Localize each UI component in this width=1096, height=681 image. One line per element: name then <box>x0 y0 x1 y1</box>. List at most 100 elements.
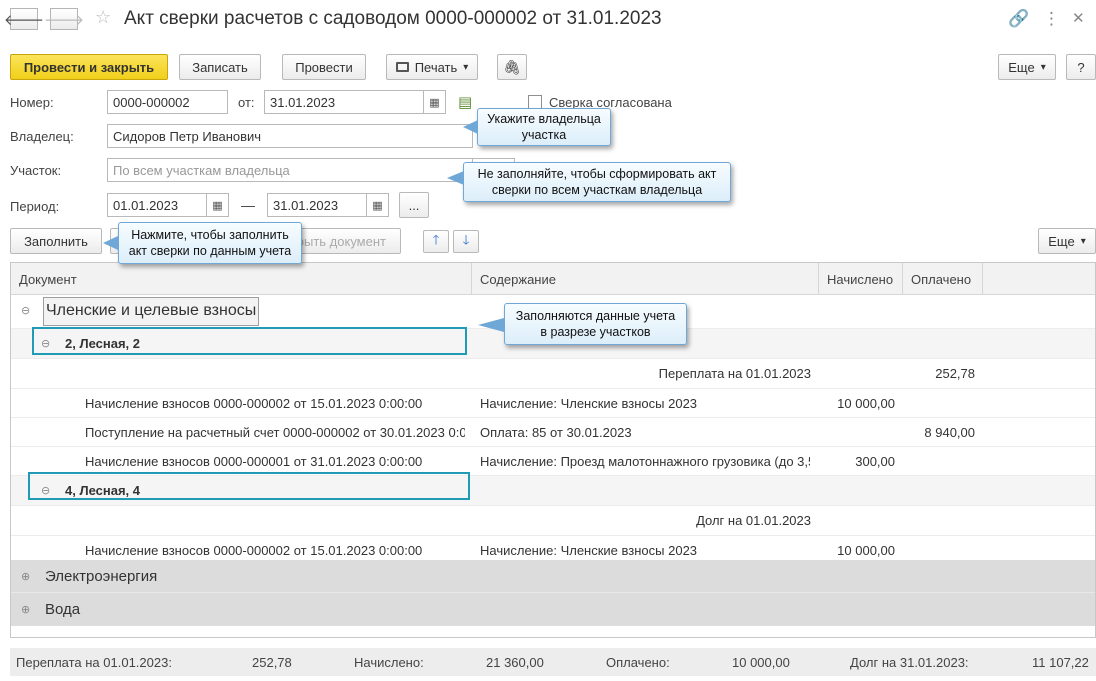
close-icon[interactable]: ✕ <box>1072 9 1085 27</box>
chevron-down-icon: ▾ <box>1040 61 1046 73</box>
plot-highlight-1 <box>32 327 467 355</box>
move-down-button[interactable]: 🡓 <box>453 230 479 253</box>
expand-icon[interactable]: ⊕ <box>21 603 30 616</box>
link-icon[interactable]: 🔗 <box>1008 9 1029 29</box>
debt-label: Долг на 31.01.2023: <box>850 654 969 670</box>
period-label: Период: <box>10 199 60 214</box>
tooltip-rows-arrow <box>478 318 504 332</box>
comment-icon[interactable]: ▤ <box>458 93 472 111</box>
tooltip-plot: Не заполняйте, чтобы сформировать акт св… <box>463 162 731 202</box>
content-cell: Начисление: Членские взносы 2023 <box>480 395 698 411</box>
back-button[interactable]: 🡐 <box>4 8 44 30</box>
table-row[interactable]: Поступление на расчетный счет 0000-00000… <box>11 418 1095 447</box>
paperclip-icon: 🖇 <box>503 58 521 75</box>
column-header-charged[interactable]: Начислено <box>819 263 903 295</box>
table-header: Документ Содержание Начислено Оплачено <box>11 263 1095 295</box>
tooltip-owner-arrow <box>463 120 478 134</box>
debt-value: 11 107,22 <box>1032 654 1089 670</box>
selected-group-cell[interactable]: Членские и целевые взносы <box>43 297 259 326</box>
period-dash: — <box>241 197 255 213</box>
group-label: Электроэнергия <box>45 568 158 585</box>
column-header-content[interactable]: Содержание <box>472 263 819 295</box>
number-label: Номер: <box>10 95 54 110</box>
agreed-checkbox[interactable] <box>528 95 542 109</box>
forward-button[interactable]: 🡒 <box>44 8 84 30</box>
collapse-icon[interactable]: ⊖ <box>21 304 30 317</box>
number-field[interactable]: 0000-000002 <box>107 90 228 114</box>
group-row-electricity[interactable]: ⊕ Электроэнергия <box>11 560 1095 593</box>
charged-cell: 300,00 <box>855 453 895 469</box>
plot-label: Участок: <box>10 163 62 178</box>
date-label: от: <box>238 95 255 110</box>
balance-row-2[interactable]: Долг на 01.01.2023 <box>11 506 1095 536</box>
overpay-value: 252,78 <box>252 654 292 670</box>
group-label: Членские и целевые взносы <box>46 302 257 319</box>
table-row[interactable]: Начисление взносов 0000-000002 от 15.01.… <box>11 389 1095 418</box>
help-button[interactable]: ? <box>1066 54 1096 80</box>
save-button[interactable]: Записать <box>179 54 261 80</box>
chevron-down-icon: ▾ <box>1080 235 1086 247</box>
charged-label: Начислено: <box>354 654 424 670</box>
tooltip-fill-arrow <box>103 236 118 250</box>
document-cell: Поступление на расчетный счет 0000-00000… <box>85 424 465 440</box>
balance-value: 252,78 <box>935 366 975 381</box>
document-cell: Начисление взносов 0000-000002 от 15.01.… <box>85 395 423 411</box>
tooltip-owner: Укажите владельца участка <box>477 108 611 146</box>
paid-cell <box>903 389 983 417</box>
column-header-document[interactable]: Документ <box>11 263 472 295</box>
content-cell: Начисление: Проезд малотоннажного грузов… <box>480 453 810 469</box>
totals-footer: Переплата на 01.01.2023: 252,78 Начислен… <box>10 648 1096 676</box>
paid-cell: 8 940,00 <box>924 424 975 440</box>
balance-label: Долг на 01.01.2023 <box>696 513 811 528</box>
arrow-left-icon: 🡐 <box>3 11 45 29</box>
more-button[interactable]: Еще ▾ <box>998 54 1056 80</box>
tooltip-plot-arrow <box>447 171 464 185</box>
plot-field[interactable]: По всем участкам владельца <box>107 158 473 182</box>
expand-icon[interactable]: ⊕ <box>21 570 30 583</box>
arrow-right-icon: 🡒 <box>43 11 85 29</box>
post-and-close-button[interactable]: Провести и закрыть <box>10 54 168 80</box>
tooltip-rows: Заполняются данные учета в разрезе участ… <box>504 303 687 345</box>
overpay-label: Переплата на 01.01.2023: <box>16 654 172 670</box>
charged-cell <box>819 418 903 446</box>
page-title: Акт сверки расчетов с садоводом 0000-000… <box>124 8 662 29</box>
balance-row-1[interactable]: Переплата на 01.01.2023 252,78 <box>11 359 1095 389</box>
charged-cell: 10 000,00 <box>837 395 895 411</box>
attach-button[interactable]: 🖇 <box>497 54 527 80</box>
paid-label: Оплачено: <box>606 654 670 670</box>
print-button[interactable]: Печать ▾ <box>386 54 478 80</box>
group-row-water[interactable]: ⊕ Вода <box>11 593 1095 626</box>
content-cell: Оплата: 85 от 30.01.2023 <box>480 424 632 440</box>
paid-cell <box>903 447 983 475</box>
post-button[interactable]: Провести <box>282 54 366 80</box>
charged-value: 21 360,00 <box>486 654 544 670</box>
calendar-icon[interactable]: ▦ <box>367 193 389 217</box>
fill-button[interactable]: Заполнить <box>10 228 102 254</box>
group-label: Вода <box>45 601 81 618</box>
owner-label: Владелец: <box>10 129 74 144</box>
more-label: Еще <box>1048 233 1075 249</box>
calendar-icon[interactable]: ▦ <box>207 193 229 217</box>
printer-icon <box>395 62 409 72</box>
column-header-paid[interactable]: Оплачено <box>903 263 983 295</box>
favorite-star-icon[interactable]: ☆ <box>95 7 111 28</box>
paid-value: 10 000,00 <box>732 654 790 670</box>
document-cell: Начисление взносов 0000-000001 от 31.01.… <box>85 453 423 469</box>
more-menu-icon[interactable]: ⋮ <box>1043 9 1060 29</box>
tooltip-fill: Нажмите, чтобы заполнить акт сверки по д… <box>118 222 302 264</box>
print-label: Печать <box>414 59 458 75</box>
date-field[interactable]: 31.01.2023 <box>264 90 424 114</box>
chevron-down-icon: ▾ <box>463 61 469 73</box>
table-more-button[interactable]: Еще ▾ <box>1038 228 1096 254</box>
period-select-button[interactable]: ... <box>399 192 429 218</box>
arrow-down-icon: 🡓 <box>462 231 470 247</box>
balance-label: Переплата на 01.01.2023 <box>658 366 811 381</box>
owner-field[interactable]: Сидоров Петр Иванович <box>107 124 473 148</box>
plot-highlight-2 <box>28 472 470 500</box>
arrow-up-icon: 🡑 <box>432 231 440 247</box>
period-from-field[interactable]: 01.01.2023 <box>107 193 207 217</box>
calendar-icon[interactable]: ▦ <box>424 90 446 114</box>
move-up-button[interactable]: 🡑 <box>423 230 449 253</box>
more-label: Еще <box>1008 59 1035 75</box>
period-to-field[interactable]: 31.01.2023 <box>267 193 367 217</box>
